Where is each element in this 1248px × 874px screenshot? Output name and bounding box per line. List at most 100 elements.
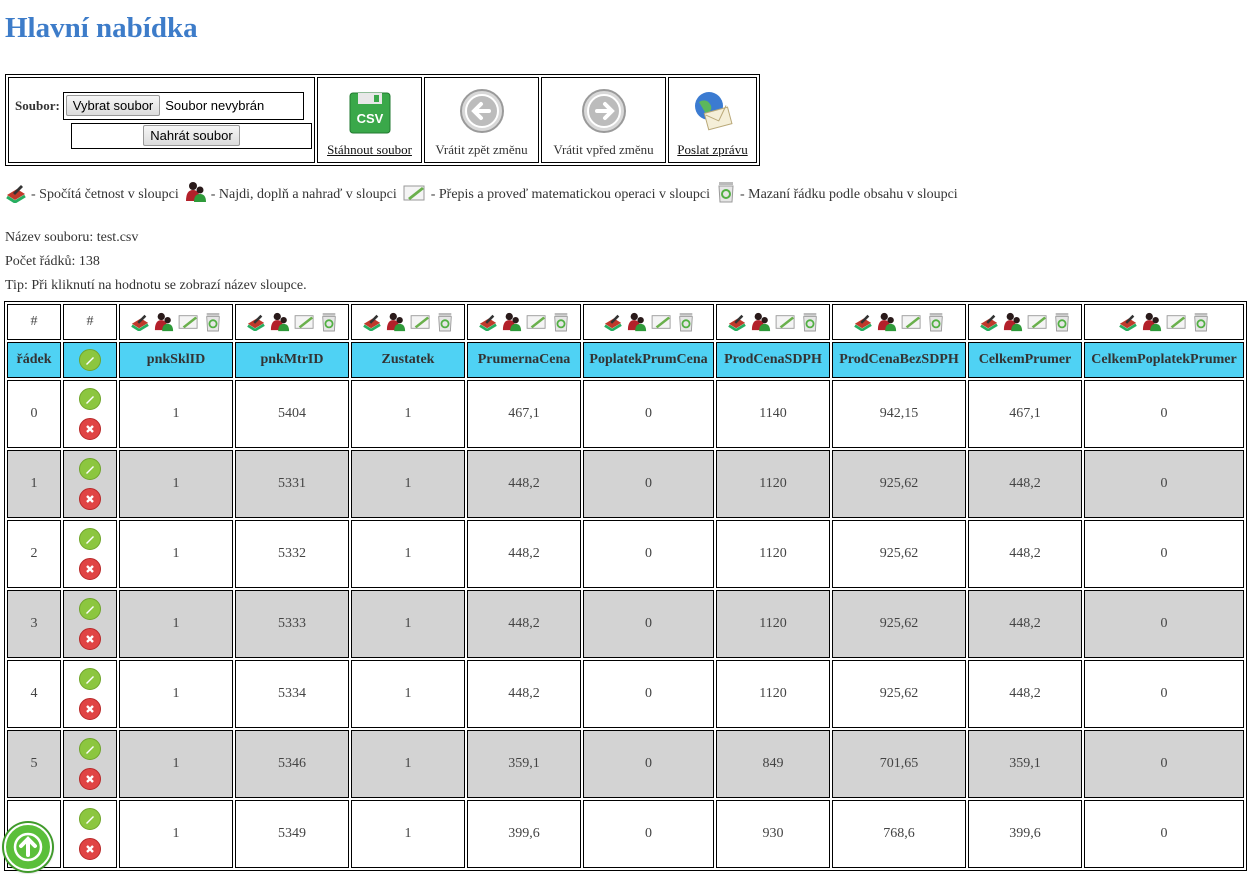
table-cell[interactable]: 0 [1084, 380, 1244, 448]
column-header[interactable]: pnkMtrID [235, 342, 349, 378]
recycle-bin-icon[interactable] [801, 312, 819, 332]
edit-row-icon[interactable] [79, 388, 101, 410]
table-cell[interactable]: 1120 [716, 590, 830, 658]
note-pencil-icon[interactable] [901, 313, 923, 331]
column-header[interactable]: CelkemPrumer [968, 342, 1082, 378]
undo-action[interactable]: Vrátit zpět změnu [424, 77, 539, 163]
table-cell[interactable]: 1 [351, 590, 465, 658]
table-cell[interactable]: 399,6 [968, 800, 1082, 868]
download-label[interactable]: Stáhnout soubor [327, 142, 412, 158]
table-cell[interactable]: 399,6 [467, 800, 581, 868]
delete-row-icon[interactable] [79, 768, 101, 790]
table-cell[interactable]: 925,62 [832, 590, 966, 658]
note-pencil-icon[interactable] [1166, 313, 1188, 331]
table-cell[interactable]: 1120 [716, 660, 830, 728]
table-cell[interactable]: 0 [1084, 590, 1244, 658]
table-cell[interactable]: 0 [583, 450, 714, 518]
table-cell[interactable]: 448,2 [968, 450, 1082, 518]
table-cell[interactable]: 942,15 [832, 380, 966, 448]
table-cell[interactable]: 849 [716, 730, 830, 798]
table-cell[interactable]: 1 [119, 520, 233, 588]
users-icon[interactable] [154, 312, 174, 332]
users-icon[interactable] [386, 312, 406, 332]
delete-row-icon[interactable] [79, 488, 101, 510]
recycle-bin-icon[interactable] [320, 312, 338, 332]
table-cell[interactable]: 5349 [235, 800, 349, 868]
table-cell[interactable]: 1140 [716, 380, 830, 448]
table-cell[interactable]: 1 [351, 800, 465, 868]
send-message-action[interactable]: Poslat zprávu [668, 77, 757, 163]
table-cell[interactable]: 5331 [235, 450, 349, 518]
scroll-to-top-button[interactable] [4, 823, 52, 871]
redo-label[interactable]: Vrátit vpřed změnu [553, 142, 653, 158]
table-cell[interactable]: 0 [583, 380, 714, 448]
upload-button[interactable]: Nahrát soubor [143, 125, 240, 146]
book-pencil-icon[interactable] [246, 313, 266, 331]
table-cell[interactable]: 1 [119, 660, 233, 728]
redo-action[interactable]: Vrátit vpřed změnu [541, 77, 666, 163]
table-cell[interactable]: 0 [1084, 800, 1244, 868]
table-cell[interactable]: 359,1 [467, 730, 581, 798]
users-icon[interactable] [627, 312, 647, 332]
table-cell[interactable]: 925,62 [832, 520, 966, 588]
book-pencil-icon[interactable] [130, 313, 150, 331]
table-cell[interactable]: 0 [1084, 730, 1244, 798]
table-cell[interactable]: 1 [119, 590, 233, 658]
delete-row-icon[interactable] [79, 628, 101, 650]
table-cell[interactable]: 1 [119, 380, 233, 448]
table-cell[interactable]: 1120 [716, 520, 830, 588]
note-pencil-icon[interactable] [294, 313, 316, 331]
edit-row-icon[interactable] [79, 808, 101, 830]
column-header[interactable]: pnkSklID [119, 342, 233, 378]
table-cell[interactable]: 448,2 [968, 660, 1082, 728]
table-cell[interactable]: 467,1 [968, 380, 1082, 448]
table-cell[interactable]: 448,2 [467, 590, 581, 658]
table-cell[interactable]: 1 [351, 380, 465, 448]
table-cell[interactable]: 0 [1084, 450, 1244, 518]
table-cell[interactable]: 1 [119, 730, 233, 798]
book-pencil-icon[interactable] [603, 313, 623, 331]
table-cell[interactable]: 467,1 [467, 380, 581, 448]
edit-all-icon[interactable] [79, 349, 101, 371]
note-pencil-icon[interactable] [410, 313, 432, 331]
table-cell[interactable]: 5334 [235, 660, 349, 728]
column-header[interactable]: Zustatek [351, 342, 465, 378]
table-cell[interactable]: 701,65 [832, 730, 966, 798]
users-icon[interactable] [270, 312, 290, 332]
edit-all-header[interactable] [63, 342, 117, 378]
recycle-bin-icon[interactable] [927, 312, 945, 332]
note-pencil-icon[interactable] [1027, 313, 1049, 331]
table-cell[interactable]: 1 [351, 450, 465, 518]
recycle-bin-icon[interactable] [1053, 312, 1071, 332]
column-header[interactable]: ProdCenaSDPH [716, 342, 830, 378]
delete-row-icon[interactable] [79, 418, 101, 440]
note-pencil-icon[interactable] [526, 313, 548, 331]
edit-row-icon[interactable] [79, 738, 101, 760]
book-pencil-icon[interactable] [478, 313, 498, 331]
edit-row-icon[interactable] [79, 598, 101, 620]
users-icon[interactable] [751, 312, 771, 332]
choose-file-button[interactable]: Vybrat soubor [65, 95, 161, 116]
table-cell[interactable]: 448,2 [467, 660, 581, 728]
note-pencil-icon[interactable] [775, 313, 797, 331]
table-cell[interactable]: 448,2 [968, 590, 1082, 658]
table-cell[interactable]: 359,1 [968, 730, 1082, 798]
table-cell[interactable]: 925,62 [832, 450, 966, 518]
column-header[interactable]: ProdCenaBezSDPH [832, 342, 966, 378]
delete-row-icon[interactable] [79, 838, 101, 860]
download-action[interactable]: CSV Stáhnout soubor [317, 77, 422, 163]
book-pencil-icon[interactable] [979, 313, 999, 331]
table-cell[interactable]: 448,2 [467, 520, 581, 588]
undo-label[interactable]: Vrátit zpět změnu [435, 142, 527, 158]
edit-row-icon[interactable] [79, 528, 101, 550]
recycle-bin-icon[interactable] [677, 312, 695, 332]
book-pencil-icon[interactable] [853, 313, 873, 331]
table-cell[interactable]: 930 [716, 800, 830, 868]
table-cell[interactable]: 0 [1084, 660, 1244, 728]
table-cell[interactable]: 0 [1084, 520, 1244, 588]
delete-row-icon[interactable] [79, 558, 101, 580]
table-cell[interactable]: 0 [583, 660, 714, 728]
note-pencil-icon[interactable] [178, 313, 200, 331]
recycle-bin-icon[interactable] [552, 312, 570, 332]
book-pencil-icon[interactable] [727, 313, 747, 331]
